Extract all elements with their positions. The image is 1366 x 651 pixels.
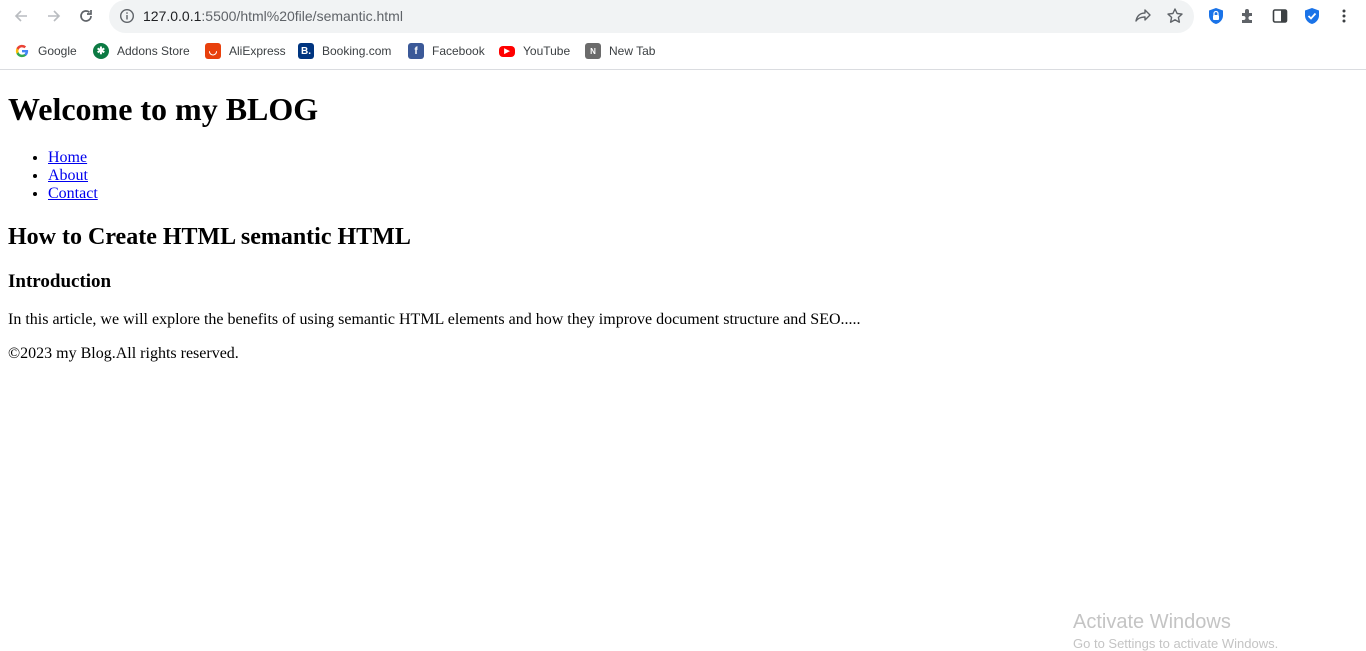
url-text[interactable]: 127.0.0.1:5500/html%20file/semantic.html bbox=[143, 8, 403, 24]
check-shield-icon bbox=[1305, 8, 1319, 24]
bookmark-label: YouTube bbox=[523, 44, 571, 58]
forward-arrow-icon bbox=[48, 10, 61, 22]
extensions-menu-button[interactable] bbox=[1238, 6, 1258, 26]
nav-link-contact[interactable]: Contact bbox=[48, 185, 98, 202]
addons-store-icon: ✱ bbox=[93, 43, 109, 59]
bookmark-label: Booking.com bbox=[322, 44, 392, 58]
reload-button[interactable] bbox=[75, 5, 97, 27]
kebab-menu-icon bbox=[1342, 9, 1346, 23]
new-tab-icon: N bbox=[585, 43, 601, 59]
nav-item: About bbox=[48, 167, 98, 185]
share-icon[interactable] bbox=[1134, 7, 1152, 25]
bookmark-aliexpress[interactable]: ◡ AliExpress bbox=[205, 43, 286, 59]
side-panel-icon bbox=[1272, 9, 1288, 23]
nav-list: Home About Contact bbox=[8, 149, 98, 203]
bookmark-label: Facebook bbox=[432, 44, 485, 58]
bookmark-youtube[interactable]: ▶ YouTube bbox=[499, 43, 570, 59]
article-body: In this article, we will explore the ben… bbox=[8, 311, 861, 328]
booking-icon: B. bbox=[298, 43, 314, 59]
bookmark-new-tab[interactable]: N New Tab bbox=[585, 43, 655, 59]
bookmark-label: Addons Store bbox=[117, 44, 190, 58]
back-button[interactable] bbox=[10, 5, 32, 27]
site-info-icon[interactable] bbox=[119, 8, 135, 24]
nav-item: Home bbox=[48, 149, 98, 167]
bookmark-star-icon[interactable] bbox=[1166, 7, 1184, 25]
footer-text: ©2023 my Blog.All rights reserved. bbox=[8, 345, 239, 362]
url-host: 127.0.0.1 bbox=[143, 8, 202, 24]
google-icon bbox=[14, 43, 30, 59]
nav-link-about[interactable]: About bbox=[48, 167, 88, 184]
extension-button[interactable] bbox=[1206, 6, 1226, 26]
vpn-shield-icon bbox=[1209, 8, 1223, 24]
bookmark-label: Google bbox=[38, 44, 77, 58]
forward-button[interactable] bbox=[43, 5, 65, 27]
bookmark-google[interactable]: Google bbox=[14, 43, 77, 59]
extension-button[interactable] bbox=[1302, 6, 1322, 26]
section-title: Introduction bbox=[8, 271, 112, 292]
address-bar[interactable]: 127.0.0.1:5500/html%20file/semantic.html bbox=[109, 0, 1194, 33]
nav-item: Contact bbox=[48, 185, 98, 203]
reload-icon bbox=[80, 10, 92, 22]
browser-toolbar: 127.0.0.1:5500/html%20file/semantic.html bbox=[0, 0, 1366, 33]
url-path: :5500/html%20file/semantic.html bbox=[201, 8, 403, 24]
puzzle-icon bbox=[1242, 9, 1252, 23]
back-arrow-icon bbox=[14, 10, 27, 22]
page-content: Welcome to my BLOG Home About Contact Ho… bbox=[0, 70, 1366, 644]
activate-windows-watermark: Activate Windows bbox=[1073, 611, 1231, 633]
aliexpress-icon: ◡ bbox=[205, 43, 221, 59]
bookmark-addons-store[interactable]: ✱ Addons Store bbox=[93, 43, 190, 59]
youtube-icon: ▶ bbox=[499, 45, 515, 57]
side-panel-button[interactable] bbox=[1270, 6, 1290, 26]
bookmark-label: AliExpress bbox=[229, 44, 286, 58]
bookmarks-bar: Google ✱ Addons Store ◡ AliExpress B. Booki… bbox=[0, 33, 1366, 70]
bookmark-booking[interactable]: B. Booking.com bbox=[298, 43, 391, 59]
facebook-icon: f bbox=[408, 43, 424, 59]
page-title: Welcome to my BLOG bbox=[8, 91, 319, 127]
bookmark-facebook[interactable]: f Facebook bbox=[408, 43, 485, 59]
nav-link-home[interactable]: Home bbox=[48, 149, 87, 166]
browser-menu-button[interactable] bbox=[1334, 6, 1354, 26]
article-title: How to Create HTML semantic HTML bbox=[8, 224, 411, 250]
bookmark-label: New Tab bbox=[609, 44, 656, 58]
